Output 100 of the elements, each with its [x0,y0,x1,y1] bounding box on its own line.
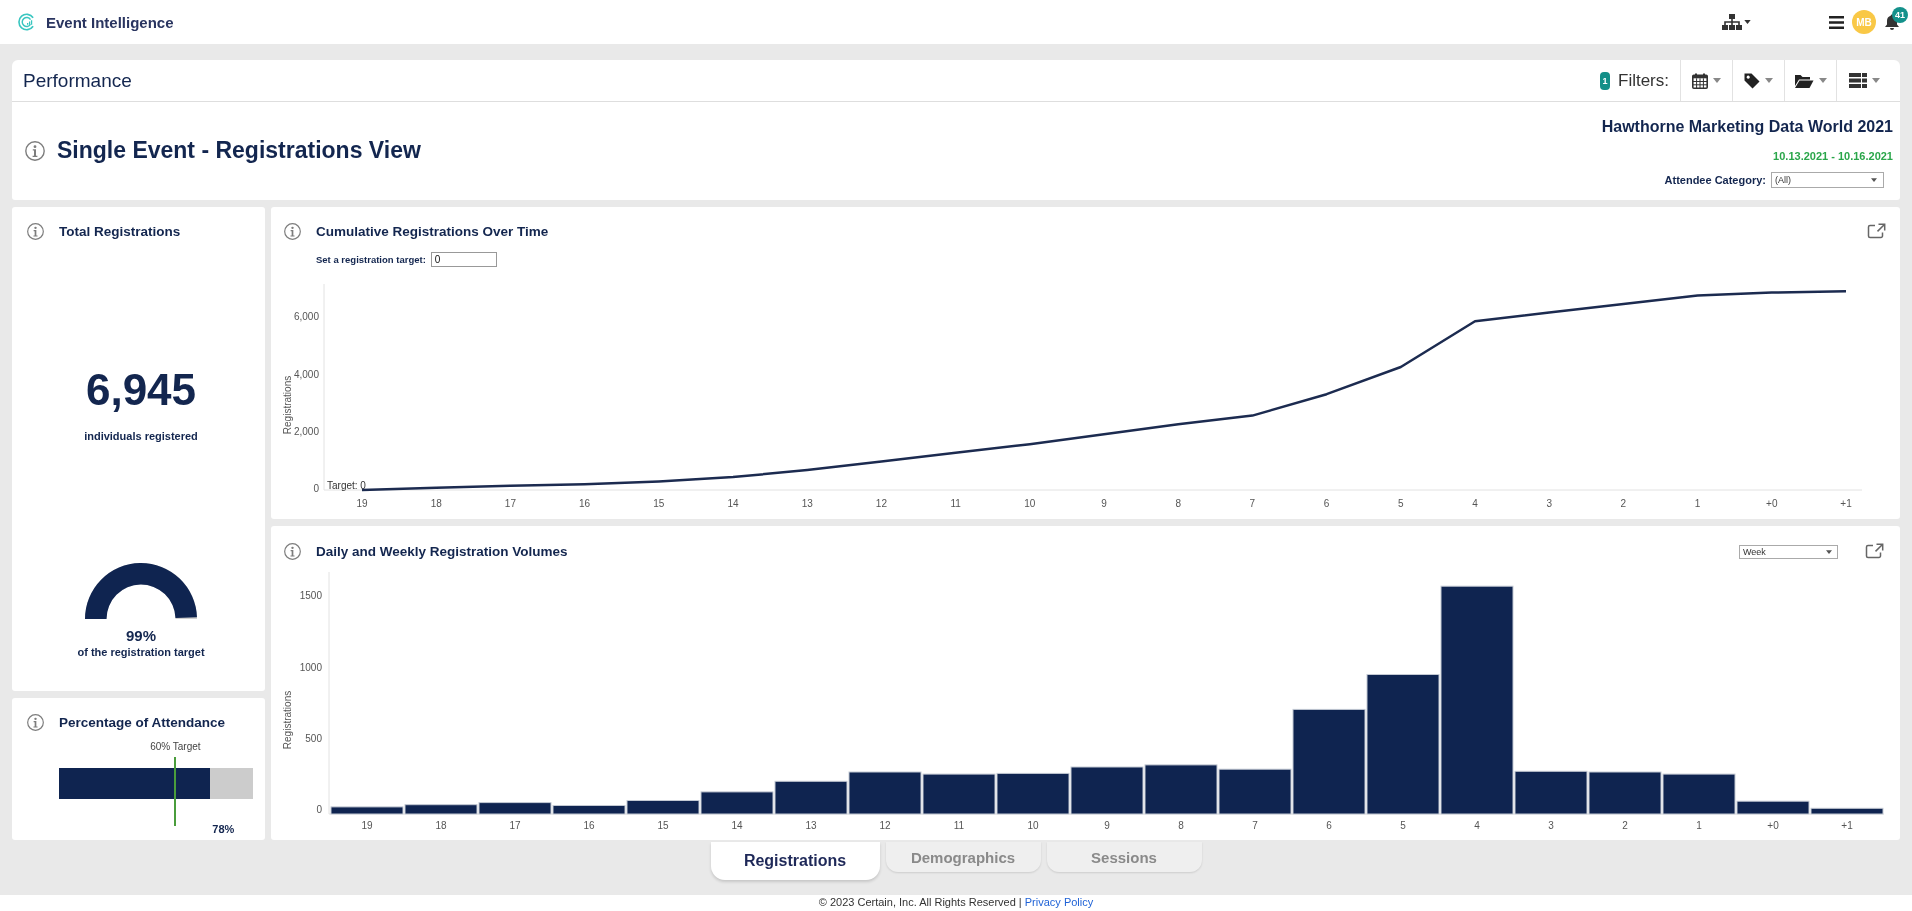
info-icon[interactable] [284,542,301,560]
x-tick-label: 14 [731,820,743,831]
y-tick-label: 1000 [299,661,322,673]
attendee-category-select[interactable]: (All) [1771,172,1884,188]
card-title: Total Registrations [59,223,181,239]
x-tick-label: 11 [953,820,965,831]
x-tick-label: 19 [361,820,373,831]
y-tick-label: 0 [313,483,319,494]
x-tick-label: 6 [1326,820,1332,831]
x-tick-label: 5 [1400,820,1406,831]
info-icon[interactable] [284,222,301,240]
attendance-percentage: 78% [212,823,235,836]
filters-label: Filters: [1618,70,1669,91]
caret-icon [1713,78,1721,83]
x-tick-label: 18 [430,498,442,509]
x-tick-label: 1 [1694,498,1701,509]
x-tick-label: 14 [727,498,739,509]
y-axis-title: Registrations [282,375,293,435]
x-tick-label: 4 [1472,498,1478,509]
x-tick-label: 16 [579,498,591,509]
brand-name: Event Intelligence [46,13,174,31]
caret-icon [1744,20,1751,24]
caret-icon [1819,78,1827,83]
x-tick-label: 2 [1622,820,1628,831]
x-tick-label: 5 [1398,498,1404,509]
info-icon[interactable] [25,140,45,161]
page-title: Performance [23,69,132,92]
external-link-icon[interactable] [1865,543,1884,559]
x-tick-label: 13 [801,498,813,509]
notification-badge: 41 [1892,6,1908,23]
attendee-category-label: Attendee Category: [1664,174,1766,186]
list-icon [1849,73,1867,88]
x-tick-label: 11 [950,498,961,509]
caret-icon [1872,78,1880,83]
view-title: Single Event - Registrations View [57,137,421,164]
x-tick-label: 9 [1104,820,1110,831]
info-icon[interactable] [27,222,44,240]
x-tick-label: 7 [1252,820,1258,831]
x-tick-label: 3 [1546,498,1552,509]
period-select[interactable]: Week [1739,545,1838,559]
caret-icon [1765,78,1773,83]
x-tick-label: 18 [435,820,447,831]
x-tick-label: 15 [653,498,665,509]
caret-icon [1871,178,1877,182]
x-tick-label: 8 [1178,820,1184,831]
x-tick-label: +0 [1767,820,1779,831]
y-tick-label: 500 [305,732,322,744]
x-tick-label: 10 [1024,498,1036,509]
external-link-icon[interactable] [1867,223,1886,239]
x-tick-label: 12 [879,820,891,831]
target-label: 60% Target [150,741,201,753]
y-axis-title: Registrations [282,690,293,750]
folder-icon [1794,72,1814,89]
value-caption: individuals registered [84,429,198,443]
x-tick-label: 17 [504,498,516,509]
hierarchy-icon [1722,14,1742,30]
event-dates: 10.13.2021 - 10.16.2021 [1773,149,1893,163]
calendar-icon [1692,72,1708,89]
y-tick-label: 1500 [299,590,322,602]
target-label: Target: 0 [327,479,366,491]
y-tick-label: 6,000 [293,311,319,323]
x-tick-label: +0 [1766,498,1778,509]
gauge-percentage: 99% [126,627,156,645]
event-name: Hawthorne Marketing Data World 2021 [1601,117,1893,137]
tag-icon [1744,72,1760,89]
info-icon[interactable] [27,713,44,731]
y-tick-label: 0 [316,804,322,815]
x-tick-label: 16 [583,820,595,831]
filter-count-badge: 1 [1600,71,1610,90]
target-field-label: Set a registration target: [316,253,426,265]
org-chart-button[interactable] [1722,14,1751,30]
x-tick-label: 10 [1027,820,1039,831]
gauge-caption: of the registration target [77,645,205,659]
x-tick-label: 13 [805,820,817,831]
menu-icon[interactable] [1829,15,1844,29]
tab[interactable]: Registrations [710,842,880,880]
x-tick-label: 8 [1175,498,1181,509]
x-tick-label: 3 [1548,820,1554,831]
x-tick-label: 6 [1323,498,1330,509]
x-tick-label: 15 [657,820,669,831]
x-tick-label: 19 [356,498,368,509]
y-tick-label: 4,000 [293,368,319,380]
x-tick-label: 9 [1101,498,1107,509]
x-tick-label: 12 [875,498,887,509]
x-tick-label: +1 [1841,820,1853,831]
caret-icon [1826,550,1832,554]
copyright-text: © 2023 Certain, Inc. All Rights Reserved | Privacy Policy [818,896,1094,908]
card-title: Daily and Weekly Registration Volumes [316,543,568,559]
privacy-policy-link[interactable]: Privacy Policy [1024,896,1094,908]
x-tick-label: 17 [509,820,521,831]
x-tick-label: 2 [1620,498,1627,509]
x-tick-label: 4 [1474,820,1480,831]
x-tick-label: 7 [1249,498,1256,509]
card-title: Percentage of Attendance [59,714,226,730]
card-title: Cumulative Registrations Over Time [316,223,549,239]
x-tick-label: +1 [1840,498,1852,509]
x-tick-label: 1 [1696,820,1702,831]
y-tick-label: 2,000 [293,425,319,437]
total-registrations-value: 6,945 [85,365,197,415]
registration-target-field[interactable]: 0 [430,251,497,267]
